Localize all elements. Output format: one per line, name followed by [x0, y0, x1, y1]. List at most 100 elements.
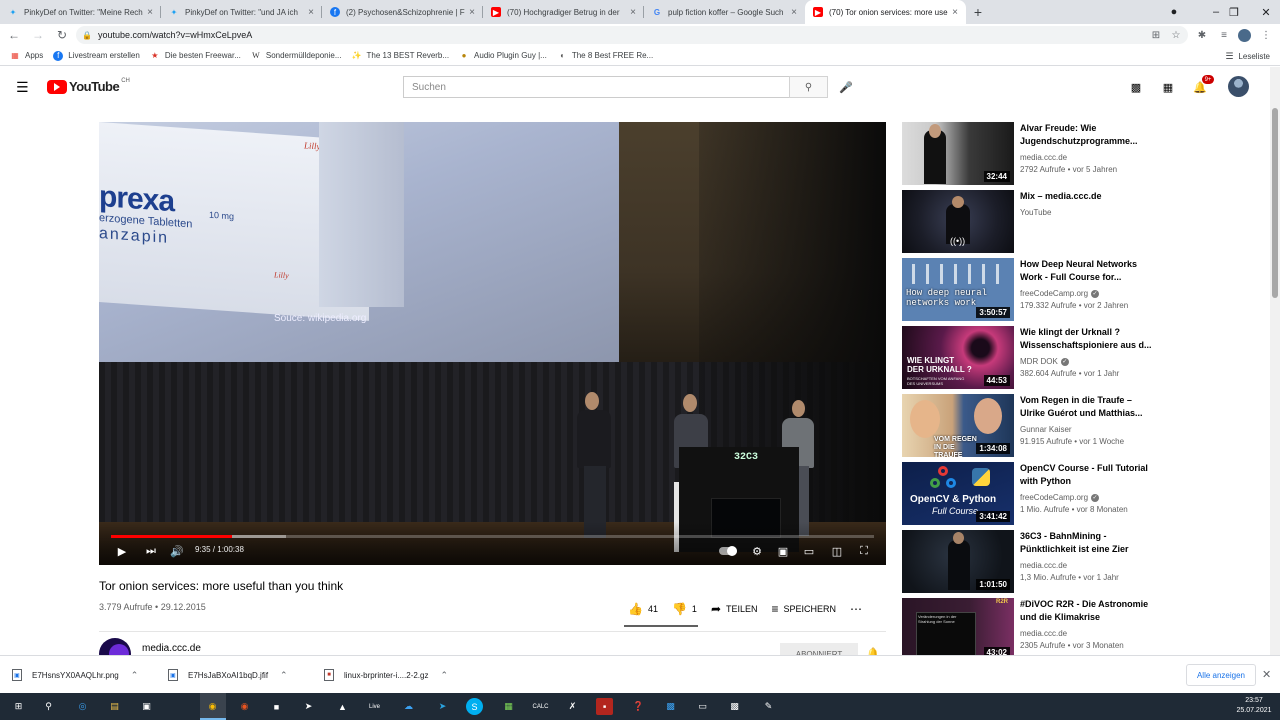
app-icon[interactable]: ▲ — [334, 698, 351, 715]
progress-bar[interactable] — [111, 535, 874, 538]
edge-browser-icon[interactable]: ◎ — [74, 698, 91, 715]
youtube-logo[interactable]: YouTube CH — [47, 78, 130, 94]
settings-gear-icon[interactable]: ⚙ — [749, 544, 765, 558]
video-thumbnail[interactable]: VOM REGEN IN DIE TRAUFE 1:34:08 — [902, 394, 1014, 457]
bookmark-audio-plugin-guy[interactable]: ● Audio Plugin Guy |... — [459, 51, 547, 61]
app-icon[interactable]: ▦ — [500, 698, 517, 715]
notepad-icon[interactable]: ✎ — [760, 698, 777, 715]
tab-facebook[interactable]: f (2) Psychosen&Schizophrenie | Fa × — [322, 0, 483, 24]
share-button[interactable]: ➦ TEILEN — [711, 602, 758, 616]
like-button[interactable]: 👍 41 — [628, 602, 658, 616]
live-app-icon[interactable]: Live — [366, 698, 383, 715]
recommendation-item[interactable]: OpenCV & Python Full Course 3:41:42 Open… — [902, 462, 1262, 526]
bookmark-apps[interactable]: ▦ Apps — [10, 51, 43, 61]
miniplayer-icon[interactable]: ▣ — [775, 544, 791, 558]
app-icon[interactable]: ✗ — [564, 698, 581, 715]
autoplay-toggle[interactable] — [719, 546, 737, 556]
close-download-bar-icon[interactable]: ✕ — [1262, 668, 1271, 681]
create-video-icon[interactable]: ▩ — [1128, 79, 1144, 95]
address-bar[interactable]: 🔒 youtube.com/watch?v=wHmxCeLpveA — [76, 26, 1188, 44]
close-tab-icon[interactable]: × — [952, 7, 958, 18]
video-thumbnail[interactable]: ((•)) — [902, 190, 1014, 253]
download-item[interactable]: ▣ E7HsnsYX0AAQLhr.png ⌃ — [12, 666, 138, 684]
app-icon[interactable]: ■ — [596, 698, 613, 715]
video-thumbnail[interactable]: How deep neural networks work 3:50:57 — [902, 258, 1014, 321]
install-app-icon[interactable]: ⊞ — [1148, 27, 1164, 43]
recommendation-item[interactable]: 1:01:50 36C3 - BahnMining - Pünktlichkeit… — [902, 530, 1262, 594]
app-icon[interactable]: ☁ — [400, 698, 417, 715]
cast-icon[interactable]: ◫ — [829, 544, 845, 558]
save-button[interactable]: ≡ SPEICHERN — [772, 602, 837, 616]
recommendation-item[interactable]: WIE KLINGT DER URKNALL ? BOTSCHAFTEN VOM … — [902, 326, 1262, 390]
tab-youtube-betrug[interactable]: ▶ (70) Hochgradiger Betrug in der × — [483, 0, 644, 24]
ubuntu-icon[interactable]: ◉ — [236, 698, 253, 715]
menu-icon[interactable]: ☰ — [16, 79, 32, 95]
app-icon[interactable]: ▭ — [694, 698, 711, 715]
store-icon[interactable]: ▣ — [138, 698, 155, 715]
download-item[interactable]: ■ linux-brprinter-i....2-2.gz ⌃ — [324, 666, 448, 684]
video-thumbnail[interactable]: Veränderungen in der Strahlung der Sonne… — [902, 598, 1014, 661]
file-explorer-icon[interactable]: ▤ — [106, 698, 123, 715]
bookmark-star-icon[interactable]: ☆ — [1168, 27, 1184, 43]
scrollbar-thumb[interactable] — [1272, 108, 1278, 298]
video-thumbnail[interactable]: 32:44 — [902, 122, 1014, 185]
volume-icon[interactable]: 🔊 — [169, 544, 185, 558]
close-tab-icon[interactable]: × — [630, 7, 636, 18]
windows-start-icon[interactable]: ⊞ — [10, 698, 27, 715]
show-all-downloads-button[interactable]: Alle anzeigen — [1186, 664, 1256, 686]
system-clock[interactable]: 23:57 25.07.2021 — [1232, 696, 1276, 716]
bookmark-sondermuell[interactable]: W Sondermülldeponie... — [251, 51, 341, 61]
recommendation-item[interactable]: ((•)) Mix – media.ccc.de YouTube — [902, 190, 1262, 254]
close-tab-icon[interactable]: × — [469, 7, 475, 18]
recommendation-item[interactable]: Veränderungen in der Strahlung der Sonne… — [902, 598, 1262, 662]
video-thumbnail[interactable]: WIE KLINGT DER URKNALL ? BOTSCHAFTEN VOM … — [902, 326, 1014, 389]
media-control-icon[interactable]: ≡ — [1216, 27, 1232, 43]
close-tab-icon[interactable]: × — [147, 7, 153, 18]
download-item[interactable]: ▣ E7HsJaBXoAI1bqD.jfif ⌃ — [168, 666, 288, 684]
theater-mode-icon[interactable]: ▭ — [801, 544, 817, 558]
terminal-icon[interactable]: ▩ — [726, 698, 743, 715]
microphone-icon[interactable]: 🎤 — [838, 79, 854, 95]
search-button[interactable]: ⚲ — [789, 76, 828, 98]
recommendation-item[interactable]: VOM REGEN IN DIE TRAUFE 1:34:08 Vom Rege… — [902, 394, 1262, 458]
search-input[interactable]: Suchen — [403, 76, 790, 98]
tab-pinkydef-2[interactable]: ✦ PinkyDef on Twitter: "und JA ich × — [161, 0, 322, 24]
skype-icon[interactable]: S — [466, 698, 483, 715]
bookmark-livestream[interactable]: f Livestream erstellen — [53, 50, 140, 61]
dislike-button[interactable]: 👎 1 — [672, 602, 697, 616]
video-thumbnail[interactable]: 1:01:50 — [902, 530, 1014, 593]
chevron-up-icon[interactable]: ⌃ — [440, 670, 448, 681]
video-thumbnail[interactable]: OpenCV & Python Full Course 3:41:42 — [902, 462, 1014, 525]
recommendation-item[interactable]: How deep neural networks work 3:50:57 Ho… — [902, 258, 1262, 322]
fullscreen-icon[interactable]: ⛶ — [856, 544, 872, 558]
browser-menu-icon[interactable]: ⋮ — [1258, 27, 1274, 43]
close-window-button[interactable]: ✕ — [1248, 0, 1280, 24]
new-tab-button[interactable]: + — [966, 0, 990, 24]
tab-google-search[interactable]: G pulp fiction koffer – Google Such × — [644, 0, 805, 24]
reload-button[interactable]: ↻ — [52, 25, 72, 45]
bookmark-reverb[interactable]: ✨ The 13 BEST Reverb... — [351, 51, 450, 61]
channel-name[interactable]: media.ccc.de — [142, 643, 201, 654]
page-scrollbar[interactable] — [1270, 67, 1280, 655]
search-icon[interactable]: ⚲ — [40, 698, 57, 715]
reading-list-button[interactable]: ☰ Leseliste — [1225, 46, 1270, 66]
extensions-icon[interactable]: ✱ — [1194, 27, 1210, 43]
next-icon[interactable]: ⏭ — [143, 544, 159, 558]
app-icon[interactable]: ➤ — [300, 698, 317, 715]
tab-active-youtube[interactable]: ▶ (70) Tor onion services: more use × — [805, 0, 966, 24]
chevron-up-icon[interactable]: ⌃ — [280, 670, 288, 681]
more-actions-button[interactable]: ⋯ — [850, 602, 867, 616]
forward-button[interactable]: → — [28, 25, 48, 45]
bookmark-free-reverb[interactable]: ◖ The 8 Best FREE Re... — [557, 51, 653, 61]
apps-icon[interactable]: ▦ — [1160, 79, 1176, 95]
chrome-icon[interactable]: ◉ — [204, 698, 221, 715]
recommendation-item[interactable]: 32:44 Alvar Freude: Wie Jugendschutzprogr… — [902, 122, 1262, 186]
play-icon[interactable]: ▶ — [113, 544, 131, 558]
app-icon[interactable]: ❓ — [630, 698, 647, 715]
back-button[interactable]: ← — [4, 25, 24, 45]
app-icon[interactable]: ■ — [268, 698, 285, 715]
calculator-icon[interactable]: CALC — [532, 698, 549, 715]
chevron-up-icon[interactable]: ⌃ — [131, 670, 139, 681]
profile-icon[interactable] — [1236, 27, 1252, 43]
close-tab-icon[interactable]: × — [308, 7, 314, 18]
